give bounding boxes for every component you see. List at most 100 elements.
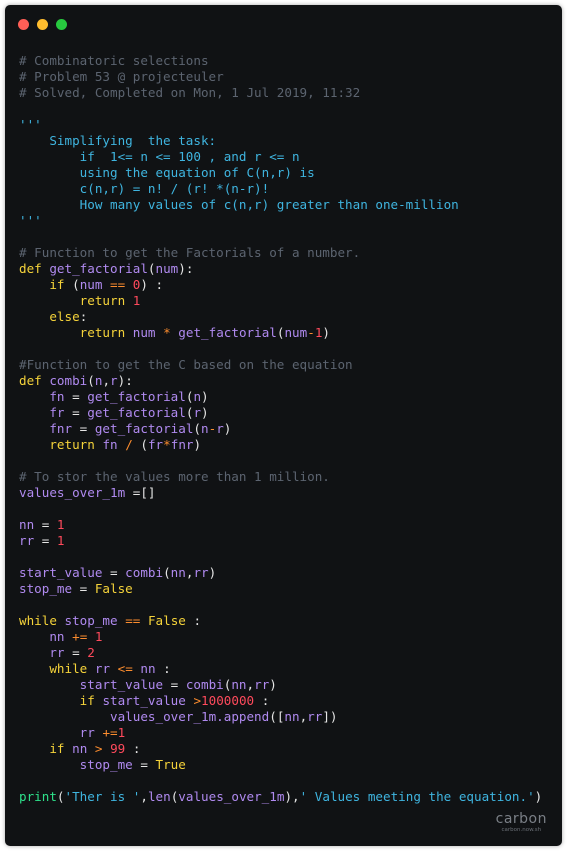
code-line: return num * get_factorial(num-1)	[19, 325, 542, 341]
code-token: =	[163, 677, 186, 692]
maximize-dot-icon[interactable]	[56, 19, 67, 30]
code-line: '''	[19, 117, 542, 133]
code-token: while	[19, 613, 57, 628]
code-token: get_factorial	[94, 421, 194, 436]
window-controls	[18, 19, 67, 30]
code-token: r	[110, 373, 118, 388]
code-token: 'Ther is '	[64, 789, 141, 804]
code-token: else	[49, 309, 80, 324]
code-token: )	[201, 389, 209, 404]
code-line: values_over_1m.append([nn,rr])	[19, 709, 542, 725]
code-token: (	[56, 789, 65, 804]
code-line: start_value = combi(nn,rr)	[19, 565, 542, 581]
code-token: How many values of c(n,r) greater than o…	[19, 197, 459, 212]
code-line: fr = get_factorial(r)	[19, 405, 542, 421]
code-token: (	[132, 437, 148, 452]
code-token: if 1<= n <= 100 , and r <= n	[19, 149, 300, 164]
code-block: # Combinatoric selections # Problem 53 @ …	[19, 53, 542, 805]
code-token: get_factorial	[87, 405, 186, 420]
code-token: ==	[125, 613, 141, 628]
code-token: fn	[49, 389, 65, 404]
code-token: r	[193, 405, 202, 420]
code-line: using the equation of C(n,r) is	[19, 165, 542, 181]
code-token: 99	[110, 741, 126, 756]
code-token: =	[64, 645, 88, 660]
code-line: if nn > 99 :	[19, 741, 542, 757]
code-token: start_value	[102, 693, 186, 708]
code-token: ==	[110, 277, 126, 292]
code-line: stop_me = False	[19, 581, 542, 597]
code-token: stop_me	[79, 757, 133, 772]
code-token: rr	[307, 709, 323, 724]
code-token: fr	[147, 437, 164, 452]
code-token: (	[147, 261, 156, 276]
code-line: rr = 1	[19, 533, 542, 549]
code-token: /	[125, 437, 133, 452]
code-token: False	[94, 581, 133, 596]
code-token: 1	[117, 725, 126, 740]
code-token: +=	[102, 725, 118, 740]
code-token: ,	[102, 373, 111, 388]
code-token: :	[185, 613, 202, 628]
code-token: )	[322, 325, 330, 340]
code-token: # Combinatoric selections	[19, 53, 209, 68]
code-token: values_over_1m.append	[110, 709, 270, 724]
code-token: get_factorial	[178, 325, 277, 340]
code-token: ([	[269, 709, 285, 724]
code-token: len	[147, 789, 171, 804]
code-token: )	[269, 677, 277, 692]
code-token: rr	[193, 565, 209, 580]
code-token: num	[284, 325, 308, 340]
code-token: ) :	[140, 277, 164, 292]
code-line: values_over_1m =[]	[19, 485, 542, 501]
code-token: combi	[125, 565, 164, 580]
code-token: 1000000	[201, 693, 255, 708]
code-token: =	[102, 565, 126, 580]
code-line: #Function to get the C based on the equa…	[19, 357, 542, 373]
code-token: def	[19, 373, 50, 388]
code-line: How many values of c(n,r) greater than o…	[19, 197, 542, 213]
code-token: if	[79, 693, 95, 708]
code-token: 1	[132, 293, 141, 308]
code-token: fn	[102, 437, 118, 452]
code-line: if start_value >1000000 :	[19, 693, 542, 709]
code-line: '''	[19, 213, 542, 229]
code-token: =[]	[125, 485, 156, 500]
minimize-dot-icon[interactable]	[37, 19, 48, 30]
code-line: while rr <= nn :	[19, 661, 542, 677]
code-line: # Function to get the Factorials of a nu…	[19, 245, 542, 261]
code-line: c(n,r) = n! / (r! *(n-r)!	[19, 181, 542, 197]
code-token: =	[64, 389, 88, 404]
code-token: r	[216, 421, 224, 436]
code-token: stop_me	[64, 613, 118, 628]
code-token: =	[64, 405, 88, 420]
code-line: stop_me = True	[19, 757, 542, 773]
close-dot-icon[interactable]	[18, 19, 29, 30]
code-line: nn += 1	[19, 629, 542, 645]
code-token: num	[79, 277, 103, 292]
code-token: num	[132, 325, 156, 340]
code-token: =	[132, 757, 156, 772]
code-line: while stop_me == False :	[19, 613, 542, 629]
code-token: nn	[49, 629, 65, 644]
code-token: (	[64, 277, 80, 292]
code-token: ,	[246, 677, 255, 692]
code-line: def combi(n,r):	[19, 373, 542, 389]
code-token: )	[534, 789, 543, 804]
